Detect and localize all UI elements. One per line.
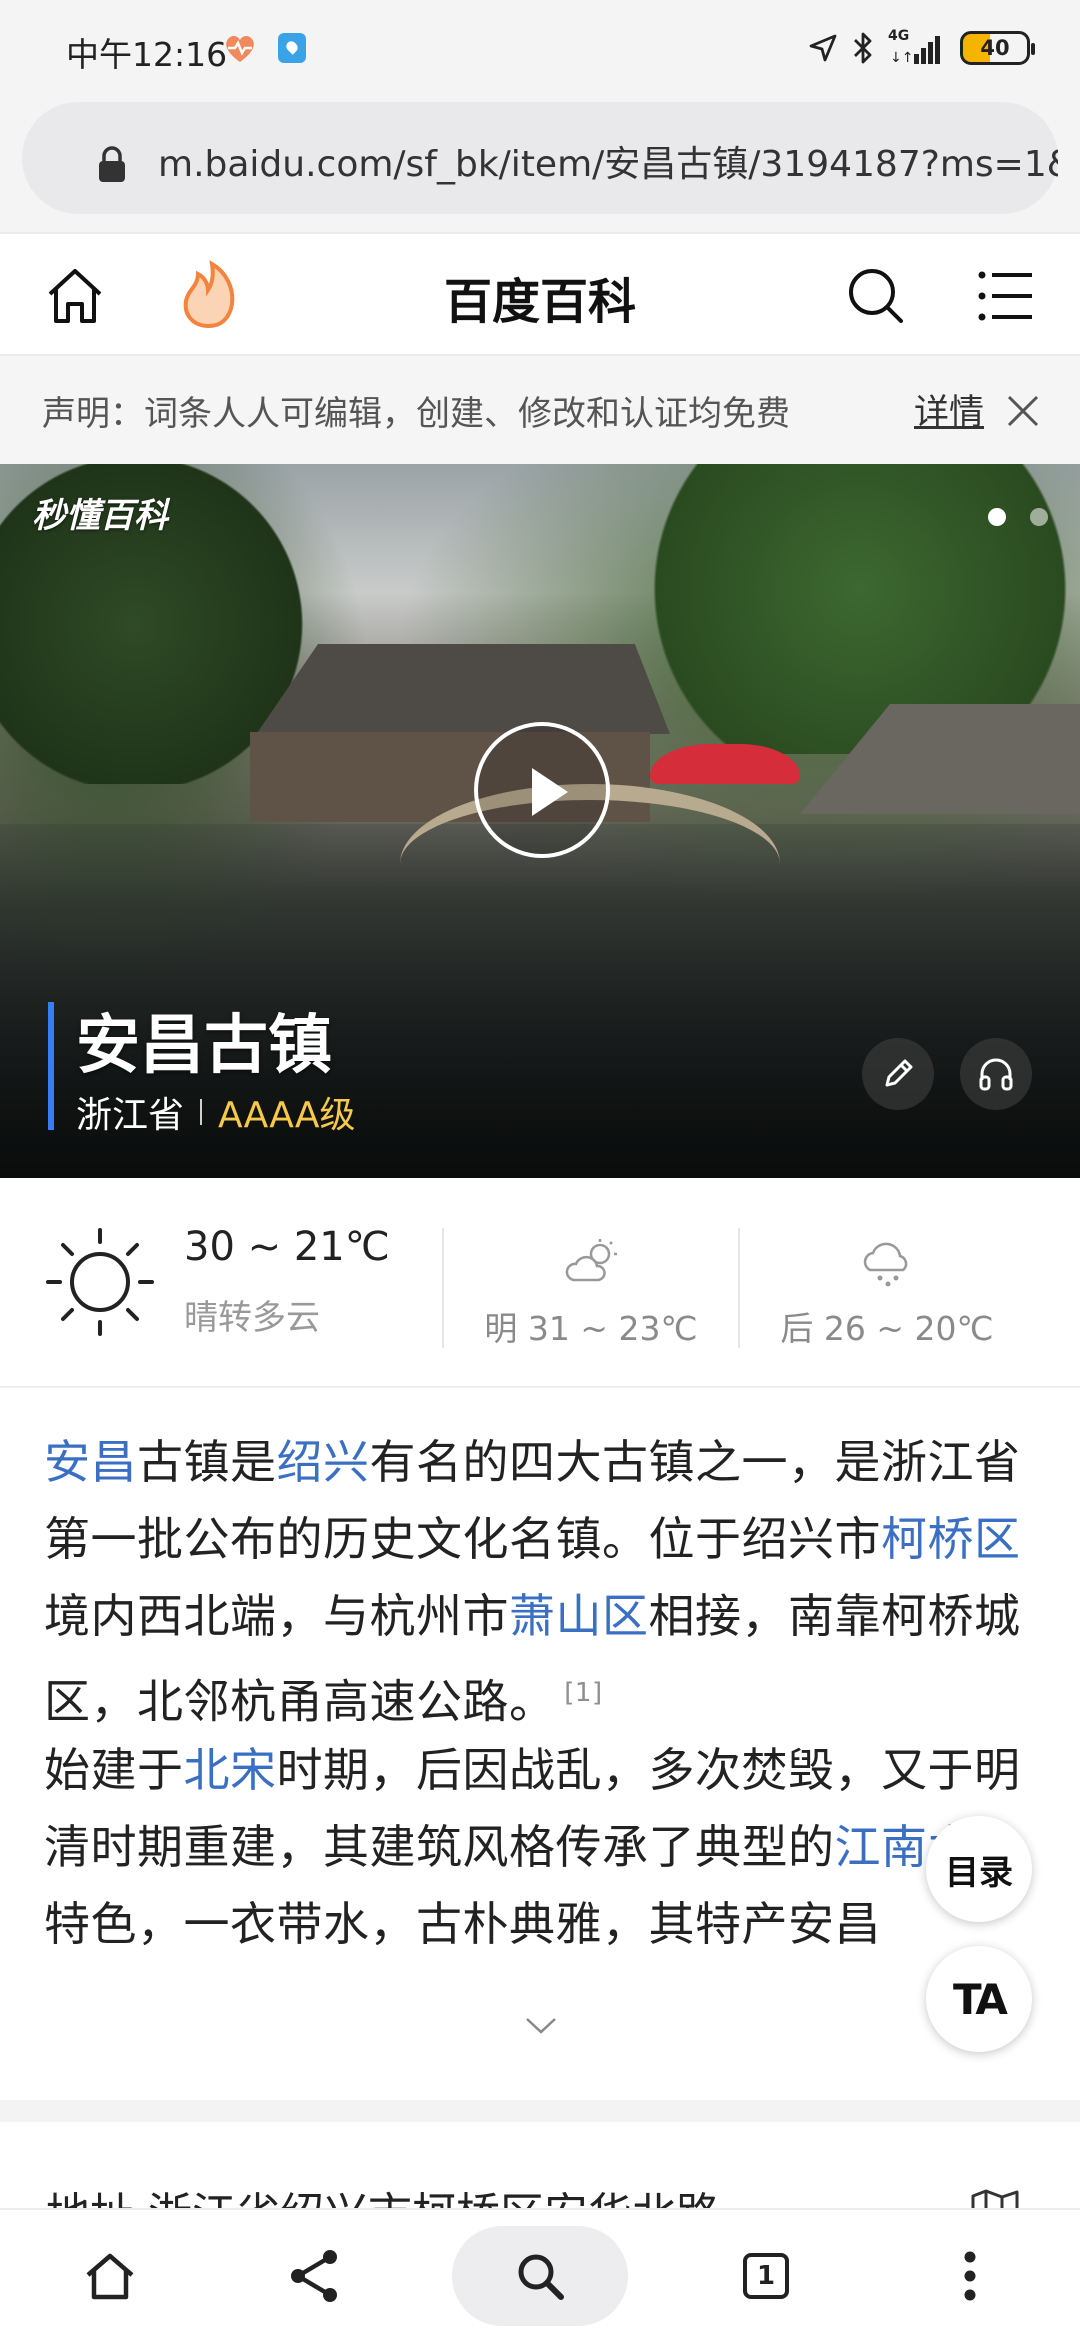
disclaimer-text: 声明：词条人人可编辑，创建、修改和认证均免费 xyxy=(42,394,790,434)
article-link[interactable]: 北宋 xyxy=(184,1743,277,1797)
carousel-dots xyxy=(988,508,1048,526)
address-text: 地址 浙江省绍兴市柯桥区安华北路 xyxy=(46,2178,720,2208)
article-text: 特色，一衣带水，古朴典雅，其特产安昌 xyxy=(44,1897,881,1951)
article-text: 古镇是 xyxy=(137,1435,277,1489)
text-fade xyxy=(0,1948,1080,2008)
citation-ref[interactable]: [1] xyxy=(556,1678,603,1708)
entry-title: 安昌古镇 xyxy=(76,1009,332,1083)
weather-divider xyxy=(442,1228,444,1348)
url-text: m.baidu.com/sf_bk/item/安昌古镇/3194187?ms=1… xyxy=(158,144,1058,185)
nav-tabs-button[interactable]: 1 xyxy=(706,2210,826,2342)
browser-address-bar: m.baidu.com/sf_bk/item/安昌古镇/3194187?ms=1… xyxy=(0,100,1080,232)
pencil-icon xyxy=(885,1059,913,1087)
carousel-dot-active[interactable] xyxy=(988,508,1006,526)
home-icon xyxy=(86,2253,134,2300)
status-bar: 中午12:16 4G ↓↑ 40 xyxy=(0,0,1080,100)
site-title: 百度百科 xyxy=(443,274,636,330)
entry-level-badge: AAAA级 xyxy=(218,1095,356,1136)
article-link[interactable]: 柯桥区 xyxy=(881,1512,1021,1566)
maps-app-icon xyxy=(278,33,306,63)
article-link[interactable]: 萧山区 xyxy=(509,1589,649,1643)
nav-more-button[interactable] xyxy=(910,2210,1030,2342)
menu-list-icon[interactable] xyxy=(978,270,1034,322)
disclaimer-detail-link[interactable]: 详情 xyxy=(914,384,984,435)
summary-paragraph-1: 安昌古镇是绍兴有名的四大古镇之一，是浙江省第一批公布的历史文化名镇。位于绍兴市柯… xyxy=(44,1424,1040,1740)
today-weather-desc: 晴转多云 xyxy=(184,1298,320,1338)
more-vertical-icon xyxy=(964,2251,976,2301)
article-text: 始建于 xyxy=(44,1743,184,1797)
miaodong-logo: 秒懂百科 xyxy=(32,496,168,536)
battery-level: 40 xyxy=(980,36,1010,60)
battery-icon: 40 xyxy=(960,31,1035,65)
weather-widget[interactable]: 30 ~ 21℃ 晴转多云 明 31 ~ 23℃ 后 26 ~ 20℃ xyxy=(0,1178,1080,1388)
nav-search-button[interactable] xyxy=(452,2226,628,2326)
article-link[interactable]: 绍兴 xyxy=(277,1435,370,1489)
edit-button[interactable] xyxy=(862,1038,934,1110)
tabs-icon: 1 xyxy=(743,2253,789,2299)
entry-province: 浙江省 xyxy=(76,1095,185,1136)
status-icons: 4G ↓↑ 40 xyxy=(808,28,1035,68)
carousel-dot[interactable] xyxy=(1030,508,1048,526)
tomorrow-forecast: 明 31 ~ 23℃ xyxy=(484,1309,698,1348)
tab-count: 1 xyxy=(756,2261,776,2291)
today-temperature: 30 ~ 21℃ xyxy=(184,1224,390,1270)
share-icon xyxy=(291,2250,337,2302)
listen-button[interactable] xyxy=(960,1038,1032,1110)
ta-button[interactable]: TA xyxy=(926,1946,1032,2052)
sunny-icon xyxy=(46,1228,154,1336)
entry-subtitle: 浙江省 AAAA级 xyxy=(76,1086,356,1138)
nav-share-button[interactable] xyxy=(254,2210,374,2342)
close-icon[interactable] xyxy=(1006,394,1040,428)
url-field[interactable]: m.baidu.com/sf_bk/item/安昌古镇/3194187?ms=1… xyxy=(22,102,1058,214)
article-link[interactable]: 安昌 xyxy=(44,1435,137,1489)
map-icon[interactable] xyxy=(970,2188,1020,2208)
article-summary: 安昌古镇是绍兴有名的四大古镇之一，是浙江省第一批公布的历史文化名镇。位于绍兴市柯… xyxy=(0,1388,1080,2100)
partly-cloudy-icon xyxy=(565,1239,617,1282)
weather-divider xyxy=(738,1228,740,1348)
search-icon xyxy=(518,2254,564,2300)
play-video-button[interactable] xyxy=(474,722,610,858)
section-separator xyxy=(0,2100,1080,2122)
headphones-icon xyxy=(979,1058,1013,1091)
subtitle-divider xyxy=(200,1099,203,1125)
hero-media[interactable]: 秒懂百科 安昌古镇 浙江省 AAAA级 xyxy=(0,464,1080,1178)
network-type-label: 4G xyxy=(888,28,910,44)
expand-chevron-icon[interactable] xyxy=(524,2016,558,2036)
nav-home-button[interactable] xyxy=(50,2210,170,2342)
bluetooth-icon xyxy=(854,32,872,64)
lock-icon xyxy=(99,146,125,182)
location-arrow-icon xyxy=(809,34,837,62)
search-icon[interactable] xyxy=(846,266,906,326)
disclaimer-banner: 声明：词条人人可编辑，创建、修改和认证均免费 详情 xyxy=(0,356,1080,464)
signal-icon: 4G ↓↑ xyxy=(888,28,946,66)
heart-pulse-icon xyxy=(226,36,254,62)
table-of-contents-button[interactable]: 目录 xyxy=(926,1816,1032,1922)
summary-paragraph-2: 始建于北宋时期，后因战乱，多次焚毁，又于明清时期重建，其建筑风格传承了典型的江南… xyxy=(44,1732,1040,1962)
browser-bottom-bar: 1 xyxy=(0,2208,1080,2340)
title-accent-bar xyxy=(48,1002,54,1130)
rain-cloud-icon xyxy=(863,1242,908,1287)
site-header: 百度百科 xyxy=(0,232,1080,356)
article-text: 境内西北端，与杭州市 xyxy=(44,1589,509,1643)
day-after-forecast: 后 26 ~ 20℃ xyxy=(780,1309,994,1348)
address-row[interactable]: 地址 浙江省绍兴市柯桥区安华北路 xyxy=(0,2122,1080,2208)
status-time: 中午12:16 xyxy=(66,35,228,74)
